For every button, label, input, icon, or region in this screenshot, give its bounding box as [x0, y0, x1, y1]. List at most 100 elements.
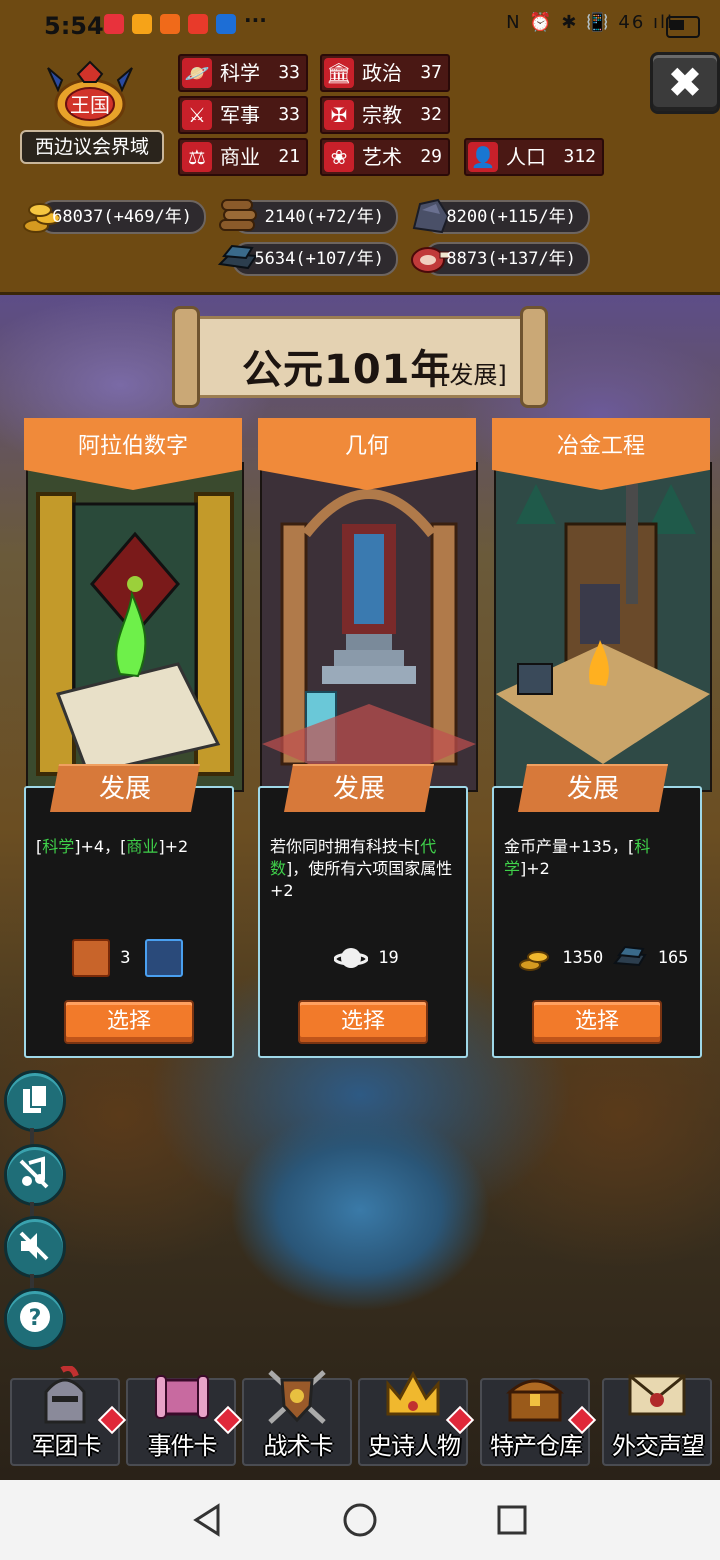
cost-value: 3 [120, 948, 131, 968]
card-body: 金币产量+135，[科学]+2 1350 165 选择 [492, 786, 702, 1058]
mute-icon [19, 1231, 49, 1261]
capitol-icon: 🏛 [324, 58, 354, 88]
tech-card-arabic-numerals[interactable]: 阿拉伯数字 [科学]+4，[商业]+2 3 选择 发展 [24, 418, 244, 1058]
forge-icon [496, 464, 710, 790]
knight-helmet-icon [44, 1366, 86, 1424]
desc-text: ]+2 [158, 837, 189, 856]
sound-toggle-button[interactable] [4, 1216, 66, 1278]
nav-event-cards[interactable]: 事件卡 [126, 1366, 243, 1466]
recents-icon[interactable] [496, 1502, 528, 1538]
iron-ingot-icon [217, 244, 258, 270]
card-body: 若你同时拥有科技卡[代数]，使所有六项国家属性+2 19 选择 [258, 786, 468, 1058]
scroll-icon [155, 1375, 209, 1419]
card-type: 发展 [284, 764, 434, 812]
music-toggle-button[interactable] [4, 1144, 66, 1206]
back-icon[interactable] [190, 1502, 224, 1538]
select-button[interactable]: 选择 [298, 1000, 428, 1044]
desc-highlight: 科学 [42, 837, 75, 856]
nav-epic-figures[interactable]: 史诗人物 [358, 1366, 475, 1466]
notification-app-icon [216, 14, 236, 34]
era-phase: [发展] [440, 361, 507, 389]
stat-label: 宗教 [362, 103, 402, 127]
card-deck-icon [23, 1084, 48, 1113]
notification-app-icon [132, 14, 152, 34]
crown-icon [386, 1370, 440, 1416]
card-art [26, 462, 244, 792]
desc-text: ]，使所有六项国家属性+2 [270, 859, 453, 900]
notification-app-icon [160, 14, 180, 34]
sealed-letter-icon [628, 1374, 686, 1416]
card-description: 金币产量+135，[科学]+2 [504, 836, 694, 880]
more-notifications: ··· [244, 8, 267, 32]
card-deck-button[interactable] [4, 1070, 66, 1132]
select-button[interactable]: 选择 [532, 1000, 662, 1044]
cost-value: 165 [657, 948, 689, 968]
desc-text: ]+4，[ [74, 837, 127, 856]
card-art [494, 462, 712, 792]
nav-label: 事件卡 [147, 1432, 218, 1460]
crest-icon: 王国 [47, 60, 133, 130]
close-button[interactable]: ✖ [650, 52, 720, 114]
tech-card-geometry[interactable]: 几何 若你同时拥有科技卡[代数]，使所有六项国家属性+2 19 选择 发展 [258, 418, 478, 1058]
status-time: 5:54 [44, 12, 104, 40]
stat-label: 艺术 [362, 145, 402, 169]
stat-value: 37 [420, 62, 442, 83]
card-cost: 3 [72, 938, 183, 978]
cost-value: 1350 [562, 948, 604, 968]
iron-ingot-icon [613, 945, 648, 967]
nav-diplomatic-reputation[interactable]: 外交声望 [602, 1366, 714, 1466]
resource-value: 5634(+107/年) [254, 249, 384, 269]
resource-value: 2140(+72/年) [264, 207, 384, 227]
kingdom-emblem[interactable]: 王国 [38, 60, 142, 132]
scroll-parchment: 公元101年 [发展] [194, 316, 526, 398]
nav-label: 战术卡 [263, 1432, 334, 1460]
stat-art: ❀ 艺术 29 [320, 138, 450, 176]
era-banner: 公元101年 [发展] [172, 306, 548, 408]
nav-specialty-warehouse[interactable]: 特产仓库 [480, 1366, 597, 1466]
nav-label: 军团卡 [31, 1432, 102, 1460]
resource-iron: 5634(+107/年) [217, 242, 398, 276]
stat-label: 军事 [220, 103, 260, 127]
stat-label: 商业 [220, 145, 260, 169]
background-river [150, 1040, 570, 1380]
card-body: [科学]+4，[商业]+2 3 选择 [24, 786, 234, 1058]
wood-logs-icon [219, 199, 257, 231]
crossed-swords-icon: ⚔ [182, 100, 212, 130]
nav-label: 特产仓库 [490, 1432, 583, 1460]
help-button[interactable]: ? [4, 1288, 66, 1350]
resource-value: 8873(+137/年) [446, 249, 576, 269]
tech-card-metallurgy[interactable]: 冶金工程 金币产量+135，[科学]+2 1350 165 选择 发展 [492, 418, 712, 1058]
planet-icon: 🪐 [182, 58, 212, 88]
resource-value: 68037(+469/年) [52, 207, 192, 227]
home-icon[interactable] [342, 1502, 378, 1538]
stat-politics: 🏛 政治 37 [320, 54, 450, 92]
stat-population: 👤 人口 312 [464, 138, 604, 176]
stat-value: 29 [420, 146, 442, 167]
pyramid-tech-icon [72, 939, 110, 977]
no-music-icon [19, 1156, 49, 1189]
notification-app-icon [104, 14, 124, 34]
resource-value: 8200(+115/年) [446, 207, 576, 227]
select-button[interactable]: 选择 [64, 1000, 194, 1044]
person-icon: 👤 [468, 142, 498, 172]
notification-app-icon [188, 14, 208, 34]
stat-military: ⚔ 军事 33 [178, 96, 308, 134]
resource-food: 8873(+137/年) [411, 242, 590, 276]
desc-text: 若你同时拥有科技卡[ [270, 837, 421, 856]
system-status-icons: N ⏰ ✱ 📳 46 ıll [506, 12, 674, 33]
card-cost: 19 [333, 938, 399, 978]
desc-text: ]+2 [520, 859, 550, 878]
scales-icon: ⚖ [182, 142, 212, 172]
nav-tactic-cards[interactable]: 战术卡 [242, 1366, 354, 1466]
stat-value: 33 [278, 104, 300, 125]
planet-icon [333, 948, 369, 968]
lotus-icon: ❀ [324, 142, 354, 172]
treasure-chest-icon [506, 1379, 564, 1422]
card-art [260, 462, 478, 792]
battery-icon [666, 16, 700, 38]
stat-label: 政治 [362, 61, 402, 85]
close-icon: ✖ [667, 58, 703, 107]
scroll-roll-left [172, 306, 200, 408]
shield-swords-icon [268, 1370, 326, 1424]
nav-legion-cards[interactable]: 军团卡 [10, 1366, 127, 1466]
